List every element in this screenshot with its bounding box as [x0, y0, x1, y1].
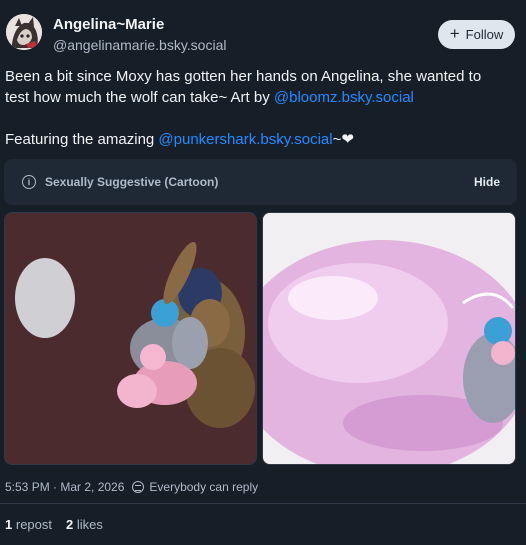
- post-line-3-suffix: ~❤: [332, 131, 354, 148]
- follow-button[interactable]: + Follow: [438, 20, 515, 49]
- mention-link-punkershark[interactable]: @punkershark.bsky.social: [158, 131, 332, 148]
- post-image-2[interactable]: [262, 212, 516, 465]
- post-line-2: test how much the wolf can take~ Art by …: [5, 87, 520, 108]
- post-line-2-text: test how much the wolf can take~ Art by: [5, 89, 274, 106]
- post-timestamp[interactable]: 5:53 PM · Mar 2, 2026: [5, 480, 124, 494]
- like-label: likes: [76, 517, 103, 532]
- post-line-3: Featuring the amazing @punkershark.bsky.…: [5, 129, 520, 150]
- divider: [0, 503, 526, 504]
- author-handle[interactable]: @angelinamarie.bsky.social: [53, 37, 226, 53]
- mention-link-bloomz[interactable]: @bloomz.bsky.social: [274, 89, 414, 106]
- post-line-1: Been a bit since Moxy has gotten her han…: [5, 68, 482, 85]
- repost-count: 1: [5, 517, 13, 532]
- post-image-1[interactable]: [4, 212, 257, 465]
- reply-setting: Everybody can reply: [149, 480, 259, 494]
- like-count: 2: [66, 517, 74, 532]
- hide-button[interactable]: Hide: [474, 175, 500, 189]
- post-line-3-text: Featuring the amazing: [5, 131, 159, 148]
- like-count-link[interactable]: 2 likes: [66, 517, 103, 532]
- artwork-image-1: [5, 213, 256, 464]
- content-warning-bar[interactable]: i Sexually Suggestive (Cartoon) Hide: [4, 159, 517, 205]
- post-card: Angelina~Marie @angelinamarie.bsky.socia…: [0, 0, 526, 545]
- artwork-image-2: [263, 213, 515, 464]
- repost-label: repost: [15, 517, 52, 532]
- content-warning-label: Sexually Suggestive (Cartoon): [45, 175, 219, 189]
- info-icon: i: [22, 175, 36, 189]
- post-meta: 5:53 PM · Mar 2, 2026 Everybody can repl…: [5, 480, 258, 494]
- post-stats: 1 repost 2 likes: [5, 517, 103, 532]
- follow-label: Follow: [465, 27, 504, 42]
- globe-icon: [132, 481, 145, 493]
- repost-count-link[interactable]: 1 repost: [5, 517, 52, 532]
- avatar-image: [6, 14, 42, 50]
- post-text: Been a bit since Moxy has gotten her han…: [5, 66, 520, 150]
- avatar[interactable]: [6, 14, 42, 50]
- plus-icon: +: [449, 24, 460, 43]
- author-display-name[interactable]: Angelina~Marie: [53, 16, 164, 33]
